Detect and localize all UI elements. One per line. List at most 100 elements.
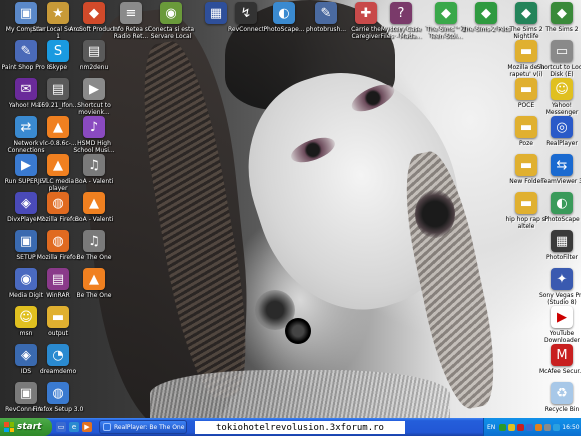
app-icon: ▭ — [551, 40, 573, 62]
app-icon: ☺ — [551, 78, 573, 100]
desktop-icon[interactable]: ✦ Sony Vegas Pro (Studio 8) — [536, 268, 581, 306]
desktop-icon[interactable]: ▲ BoA - Valenti — [68, 192, 120, 223]
app-icon: ▬ — [47, 306, 69, 328]
desktop-icon[interactable]: ▲ Be The One — [68, 268, 120, 299]
app-icon: ★ — [47, 2, 69, 24]
wallpaper-fur-collar — [150, 370, 450, 418]
app-icon: ◆ — [515, 2, 537, 24]
app-icon: ▬ — [515, 78, 537, 100]
start-label: start — [17, 422, 42, 432]
app-icon: ◐ — [273, 2, 295, 24]
app-icon: ◆ — [83, 2, 105, 24]
desktop-icon-label: msn — [19, 330, 33, 337]
language-indicator[interactable]: EN — [487, 424, 495, 431]
app-icon: ◍ — [47, 382, 69, 404]
desktop-icon-label: PhotoScape... — [263, 26, 305, 33]
desktop-icon[interactable]: ☺ Yahoo! Messenger — [536, 78, 581, 116]
app-icon: ◆ — [475, 2, 497, 24]
desktop-icon[interactable]: ▶ Shortcut to movienk... — [68, 78, 120, 116]
app-icon: S — [47, 40, 69, 62]
desktop-icon-label: output — [48, 330, 68, 337]
desktop-icon-label: dreamdemo — [39, 368, 77, 375]
app-icon: ♪ — [83, 116, 105, 138]
desktop-icon[interactable]: ◔ dreamdemo — [32, 344, 84, 375]
app-icon: ▶ — [551, 306, 573, 328]
desktop-icon[interactable]: ▭ Shortcut to Local Disk (E) — [536, 40, 581, 78]
app-icon: ◆ — [435, 2, 457, 24]
start-button[interactable]: start — [0, 418, 52, 436]
desktop-icon[interactable]: ◎ RealPlayer — [536, 116, 581, 147]
app-icon: ◆ — [551, 2, 573, 24]
desktop-icon-label: Firefox Setup 3.0 — [32, 406, 84, 413]
desktop-icon[interactable]: ♫ BoA - Valenti — [68, 154, 120, 185]
taskbar-button-label: RealPlayer: Be The One — [114, 423, 185, 431]
desktop-icon[interactable]: ♻ Recycle Bin — [536, 382, 581, 413]
tray-app-icon[interactable] — [499, 423, 507, 431]
app-icon: ✎ — [315, 2, 337, 24]
desktop-icon[interactable]: ▤ nm2denu — [68, 40, 120, 71]
app-icon: ▬ — [515, 40, 537, 62]
desktop-icon-label: Be The One — [76, 254, 112, 261]
desktop-icon-label: IDS — [20, 368, 32, 375]
desktop-icon[interactable]: ◍ Firefox Setup 3.0 — [32, 382, 84, 413]
app-icon: ▤ — [47, 268, 69, 290]
tray-app-icon[interactable] — [517, 423, 525, 431]
desktop-icon-label: Conecta si esta Servare Local — [147, 26, 195, 40]
desktop-icon[interactable]: ♫ Be The One — [68, 230, 120, 261]
app-icon: ▬ — [515, 192, 537, 214]
desktop-icon-label: BoA - Valenti — [74, 178, 114, 185]
app-icon: ⇆ — [551, 154, 573, 176]
app-icon: ≡ — [120, 2, 142, 24]
app-icon: ◔ — [47, 344, 69, 366]
desktop-icon[interactable]: ◐ PhotoScape — [536, 192, 581, 223]
desktop-icon-label: TeamViewer 3 — [541, 178, 581, 185]
desktop-icon-label: HSMD High School Musi... — [73, 140, 115, 154]
desktop-icon-label: Skype — [48, 64, 68, 71]
tray-app-icon[interactable] — [535, 423, 543, 431]
tray-app-icon[interactable] — [526, 423, 534, 431]
desktop-icon[interactable]: ▶ YouTube Downloader — [536, 306, 581, 344]
desktop-icon[interactable]: ▬ output — [32, 306, 84, 337]
app-icon: ? — [390, 2, 412, 24]
desktop-icon[interactable]: ⇆ TeamViewer 3 — [536, 154, 581, 185]
app-icon: ♫ — [83, 230, 105, 252]
desktop-icon-label: McAfee Secur... — [538, 368, 581, 375]
desktop-icon-label: YouTube Downloader — [544, 330, 580, 344]
app-icon: ◍ — [47, 230, 69, 252]
desktop-icon[interactable]: ◆ The Sims 2 — [536, 2, 581, 33]
media-player-icon[interactable]: ▶ — [82, 422, 92, 432]
desktop-icon[interactable]: ▦ PhotoFilter — [536, 230, 581, 261]
desktop-icon-label: RealPlayer — [546, 140, 578, 147]
desktop-icon-label: Recycle Bin — [544, 406, 580, 413]
desktop-icon-label: WinRAR — [46, 292, 70, 299]
desktop-icon-label: POCE — [517, 102, 535, 109]
desktop-icon[interactable]: M McAfee Secur... — [536, 344, 581, 375]
desktop-icon-label: PhotoScape — [544, 216, 580, 223]
app-icon: ✦ — [551, 268, 573, 290]
desktop-icon-label: Sony Vegas Pro (Studio 8) — [538, 292, 581, 306]
app-icon: ▲ — [47, 154, 69, 176]
app-icon: ♫ — [83, 154, 105, 176]
app-icon: ◎ — [551, 116, 573, 138]
app-icon: M — [551, 344, 573, 366]
desktop-wallpaper[interactable]: ▣ My Computer ★ Star Local Server 1 ◆ ArcSoft… — [0, 0, 581, 418]
desktop-icon[interactable]: ♪ HSMD High School Musi... — [68, 116, 120, 154]
desktop-icon-label: BoA - Valenti — [74, 216, 114, 223]
desktop-icon-label: nm2denu — [79, 64, 109, 71]
app-icon: ▲ — [47, 116, 69, 138]
tray-app-icon[interactable] — [508, 423, 516, 431]
show-desktop-icon[interactable]: ▭ — [56, 422, 66, 432]
app-icon: ▶ — [83, 78, 105, 100]
app-icon: ▤ — [83, 40, 105, 62]
app-icon: ▤ — [47, 78, 69, 100]
internet-explorer-icon[interactable]: e — [69, 422, 79, 432]
tray-app-icon[interactable] — [544, 423, 552, 431]
taskbar-button-realplayer[interactable]: RealPlayer: Be The One — [99, 420, 187, 434]
windows-logo-icon — [4, 422, 14, 432]
tray-app-icon[interactable] — [553, 423, 561, 431]
clock[interactable]: 16:50 — [562, 424, 579, 431]
app-icon: ♻ — [551, 382, 573, 404]
desktop-icon-label: PhotoFilter — [546, 254, 578, 261]
app-icon: ✚ — [355, 2, 377, 24]
desktop-icon-label: The Sims 2 — [545, 26, 579, 33]
